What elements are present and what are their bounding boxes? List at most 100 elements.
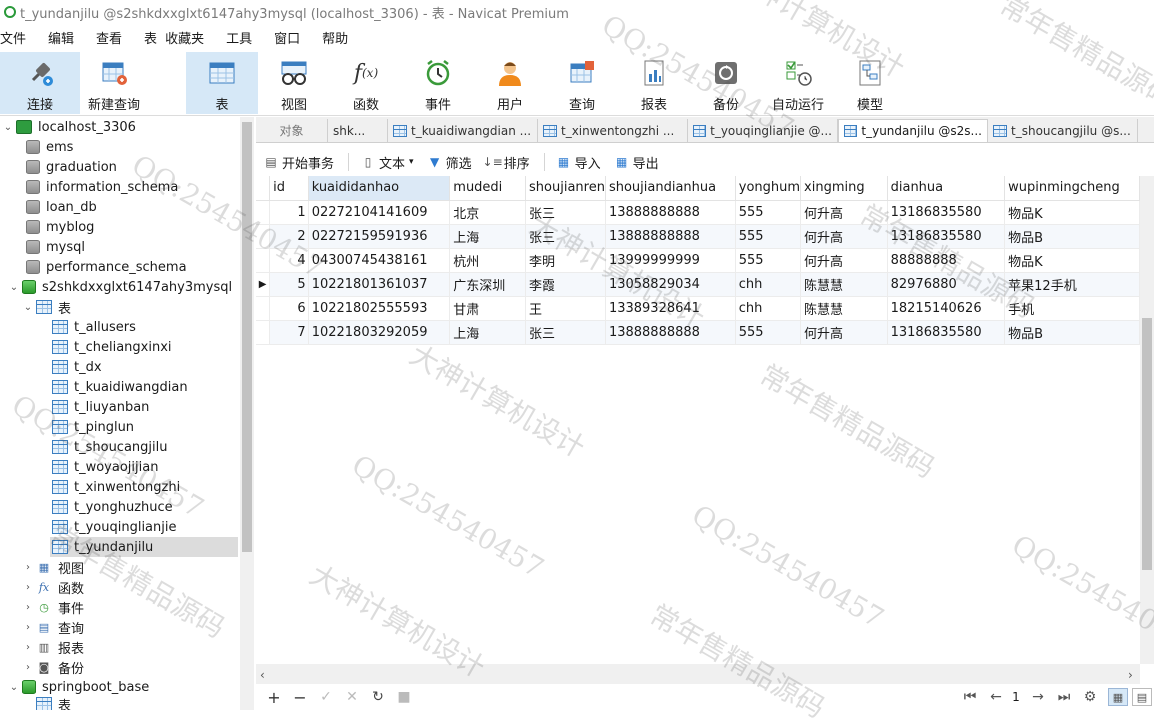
tree-db-ems[interactable]: ems	[26, 137, 73, 157]
menu-edit[interactable]: 编辑	[48, 28, 74, 47]
menu-help[interactable]: 帮助	[322, 28, 348, 47]
table-cell[interactable]: 13888888888	[605, 320, 736, 345]
next-page-icon[interactable]: →	[1030, 689, 1046, 705]
table-cell[interactable]: 物品B	[1004, 224, 1140, 249]
column-header[interactable]: xingming	[800, 176, 888, 201]
tab-objects[interactable]: 对象	[256, 119, 328, 142]
row-marker[interactable]	[256, 224, 271, 249]
table-button[interactable]: 表	[186, 52, 258, 114]
tree-tables-group-partial[interactable]: 表	[36, 697, 71, 710]
table-cell[interactable]: 13186835580	[887, 200, 1006, 225]
column-header[interactable]: shoujianren	[525, 176, 606, 201]
text-button[interactable]: ▯ 文本 ▾	[361, 153, 414, 172]
collapse-arrow-icon[interactable]: ⌄	[2, 122, 14, 133]
collapse-arrow-icon[interactable]: ⌄	[8, 682, 20, 693]
import-button[interactable]: ▦ 导入	[557, 153, 601, 172]
table-cell[interactable]: 13186835580	[887, 224, 1006, 249]
table-cell[interactable]: 北京	[449, 200, 527, 225]
expand-arrow-icon[interactable]: ›	[22, 602, 34, 613]
column-header[interactable]: wupinmingcheng	[1004, 176, 1140, 201]
tree-table-item[interactable]: t_dx	[52, 357, 102, 377]
table-cell[interactable]: 10221801361037	[308, 272, 451, 297]
menu-table[interactable]: 表	[144, 28, 157, 47]
backup-button[interactable]: 备份	[698, 52, 754, 114]
tree-db-springboot[interactable]: ⌄ springboot_base	[8, 677, 149, 697]
grid-horizontal-scrollbar[interactable]	[256, 664, 1140, 684]
tree-table-item[interactable]: t_cheliangxinxi	[52, 337, 172, 357]
table-row[interactable]: 2 02272159591936 上海 张三 13888888888 555 何升高 1318…	[256, 224, 1140, 249]
table-row[interactable]: 7 10221803292059 上海 张三 13888888888 555 何升高 1318…	[256, 320, 1140, 345]
table-cell[interactable]: 555	[735, 248, 802, 273]
tree-group-backups[interactable]: › ◙ 备份	[22, 657, 84, 677]
table-cell[interactable]: 10221803292059	[308, 320, 451, 345]
connect-button[interactable]: 连接	[0, 52, 80, 114]
table-cell[interactable]: 张三	[525, 224, 606, 249]
expand-arrow-icon[interactable]: ›	[22, 662, 34, 673]
current-row-marker-icon[interactable]: ▶	[256, 272, 271, 297]
menu-tools[interactable]: 工具	[226, 28, 252, 47]
tree-db-information-schema[interactable]: information_schema	[26, 177, 178, 197]
table-cell[interactable]: 陈慧慧	[800, 272, 888, 297]
delete-record-icon[interactable]: −	[292, 688, 308, 707]
table-cell[interactable]: 2	[269, 224, 309, 249]
table-cell[interactable]: 13389328641	[605, 296, 736, 321]
tree-table-item[interactable]: t_xinwentongzhi	[52, 477, 180, 497]
collapse-arrow-icon[interactable]: ⌄	[8, 282, 20, 293]
tree-group-functions[interactable]: › fx 函数	[22, 577, 84, 597]
model-button[interactable]: 模型	[842, 52, 898, 114]
table-cell[interactable]: 5	[269, 272, 309, 297]
table-cell[interactable]: 何升高	[800, 200, 888, 225]
sidebar-scroll-thumb[interactable]	[242, 122, 252, 552]
tree-db-mysql[interactable]: mysql	[26, 237, 85, 257]
table-cell[interactable]: 02272159591936	[308, 224, 451, 249]
grid-vertical-scroll-thumb[interactable]	[1142, 318, 1152, 570]
last-page-icon[interactable]: ⏭	[1056, 689, 1072, 705]
collapse-arrow-icon[interactable]: ⌄	[22, 302, 34, 313]
tree-db-performance-schema[interactable]: performance_schema	[26, 257, 187, 277]
menu-favorites[interactable]: 收藏夹	[165, 28, 204, 47]
table-cell[interactable]: 82976880	[887, 272, 1006, 297]
table-cell[interactable]: 18215140626	[887, 296, 1006, 321]
table-cell[interactable]: chh	[735, 272, 802, 297]
stop-icon[interactable]: ■	[396, 689, 412, 705]
table-cell[interactable]: 6	[269, 296, 309, 321]
column-header[interactable]: dianhua	[887, 176, 1006, 201]
tree-db-graduation[interactable]: graduation	[26, 157, 117, 177]
tab-item[interactable]: t_shoucangjilu @s...	[988, 119, 1138, 142]
table-cell[interactable]: 何升高	[800, 248, 888, 273]
table-cell[interactable]: 88888888	[887, 248, 1006, 273]
table-cell[interactable]: 何升高	[800, 320, 888, 345]
refresh-icon[interactable]: ↻	[370, 689, 386, 705]
begin-transaction-button[interactable]: ▤ 开始事务	[264, 153, 334, 172]
table-row[interactable]: 6 10221802555593 甘肃王 13389328641 chh 陈慧慧 18215…	[256, 296, 1140, 321]
table-row[interactable]: 1 02272104141609 北京 张三 13888888888 555 何升高 1318…	[256, 200, 1140, 225]
column-header[interactable]: kuaididanhao	[308, 176, 451, 201]
menu-file[interactable]: 文件	[0, 28, 26, 47]
table-cell[interactable]: 04300745438161	[308, 248, 451, 273]
report-button[interactable]: 报表	[626, 52, 682, 114]
table-cell[interactable]: 何升高	[800, 224, 888, 249]
table-cell[interactable]: 李霞	[525, 272, 606, 297]
menu-window[interactable]: 窗口	[274, 28, 300, 47]
tree-table-item[interactable]: t_woyaojijian	[52, 457, 158, 477]
column-header[interactable]: id	[269, 176, 309, 201]
table-cell[interactable]: 4	[269, 248, 309, 273]
tab-item[interactable]: shk...	[328, 119, 388, 142]
tree-db-myblog[interactable]: myblog	[26, 217, 94, 237]
view-button[interactable]: 视图	[266, 52, 322, 114]
column-header[interactable]: mudedi	[449, 176, 527, 201]
expand-arrow-icon[interactable]: ›	[22, 642, 34, 653]
tree-table-item[interactable]: t_kuaidiwangdian	[52, 377, 188, 397]
table-cell[interactable]: 555	[735, 224, 802, 249]
user-button[interactable]: 用户	[482, 52, 538, 114]
table-cell[interactable]: 10221802555593	[308, 296, 451, 321]
table-cell[interactable]: 王	[525, 296, 606, 321]
query-button[interactable]: 查询	[554, 52, 610, 114]
table-row[interactable]: 4 04300745438161 杭州 李明 13999999999 555 何升高 8888…	[256, 248, 1140, 273]
discard-x-icon[interactable]: ✕	[344, 689, 360, 705]
row-marker[interactable]	[256, 320, 271, 345]
apply-check-icon[interactable]: ✓	[318, 689, 334, 705]
tree-tables-group[interactable]: ⌄ 表	[22, 297, 71, 317]
function-button[interactable]: f (x) 函数	[338, 52, 394, 114]
expand-arrow-icon[interactable]: ›	[22, 622, 34, 633]
